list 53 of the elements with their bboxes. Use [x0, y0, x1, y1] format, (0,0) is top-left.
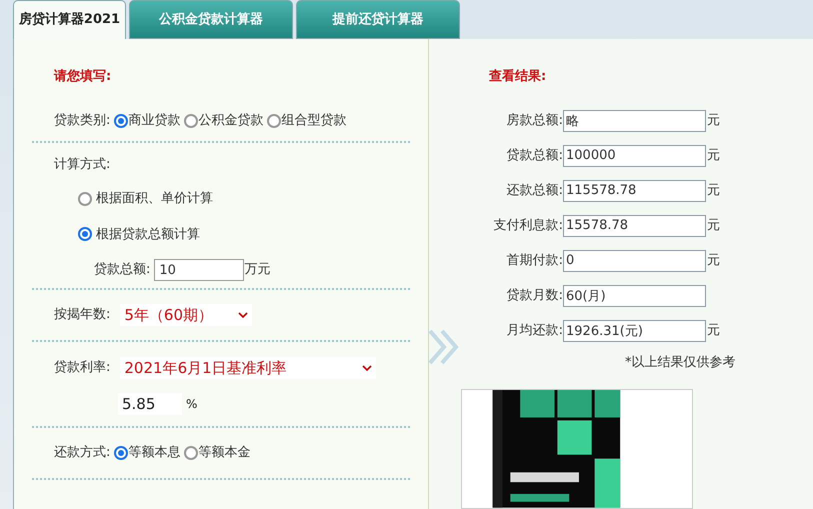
result-field[interactable]: 略	[563, 110, 706, 132]
result-field[interactable]: 100000	[563, 144, 706, 167]
field-label: 贷款利率:	[54, 359, 110, 378]
unit-label: 元	[707, 182, 720, 200]
field-label: 贷款类别:	[54, 112, 110, 130]
radio-icon[interactable]	[114, 446, 128, 460]
years-select[interactable]: 5年（60期）	[120, 304, 252, 326]
radio-option[interactable]: 组合型贷款	[267, 111, 346, 131]
result-field[interactable]: 115578.78	[563, 180, 706, 202]
result-field[interactable]: 15578.78	[563, 214, 706, 237]
chevron-icon	[238, 312, 248, 318]
radio-option[interactable]: 根据面积、单价计算	[78, 189, 213, 208]
field-label: 还款总额:	[506, 182, 563, 200]
disclaimer-text: *以上结果仅供参考	[624, 354, 736, 372]
unit-label: %	[186, 396, 198, 413]
radio-option[interactable]: 等额本息	[114, 443, 180, 463]
unit-label: 元	[707, 252, 720, 270]
radio-icon[interactable]	[184, 446, 198, 460]
field-label: 按揭年数:	[54, 306, 110, 324]
unit-label: 元	[707, 147, 720, 166]
radio-icon[interactable]	[184, 114, 198, 128]
radio-option[interactable]: 等额本金	[184, 443, 250, 463]
field-label: 计算方式:	[54, 156, 110, 174]
tab[interactable]: 房贷计算器2021	[13, 0, 126, 39]
field-label: 贷款月数:	[506, 287, 563, 306]
radio-icon[interactable]	[78, 192, 92, 206]
result-field[interactable]: 0	[563, 250, 706, 272]
chevron-icon	[362, 365, 372, 371]
result-field[interactable]: 60(月)	[563, 284, 706, 307]
unit-label: 元	[707, 322, 720, 340]
section-heading: 请您填写:	[52, 68, 112, 86]
unit-label: 元	[707, 217, 720, 236]
field-label: 贷款总额:	[94, 261, 150, 280]
radio-icon[interactable]	[78, 227, 92, 242]
section-heading: 查看结果:	[489, 68, 548, 86]
result-field[interactable]: 1926.31(元)	[563, 320, 706, 342]
double-chevron-icon	[428, 329, 460, 365]
rate-select[interactable]: 2021年6月1日基准利率	[120, 357, 376, 379]
unit-label: 万元	[244, 261, 270, 280]
rate-field[interactable]: 5.85	[118, 393, 182, 415]
radio-option[interactable]: 根据贷款总额计算	[78, 224, 200, 244]
amount-field[interactable]: 10	[154, 259, 244, 281]
field-label: 首期付款:	[506, 252, 563, 270]
field-label: 支付利息款:	[492, 217, 563, 236]
field-label: 还款方式:	[54, 444, 110, 462]
radio-icon[interactable]	[267, 114, 282, 128]
field-label: 贷款总额:	[506, 147, 563, 166]
radio-option[interactable]: 公积金贷款	[184, 111, 264, 131]
unit-label: 元	[707, 112, 720, 130]
radio-option[interactable]: 商业贷款	[114, 111, 180, 131]
field-label: 月均还款:	[506, 322, 563, 340]
radio-icon[interactable]	[114, 114, 128, 128]
field-label: 房款总额:	[506, 112, 563, 130]
